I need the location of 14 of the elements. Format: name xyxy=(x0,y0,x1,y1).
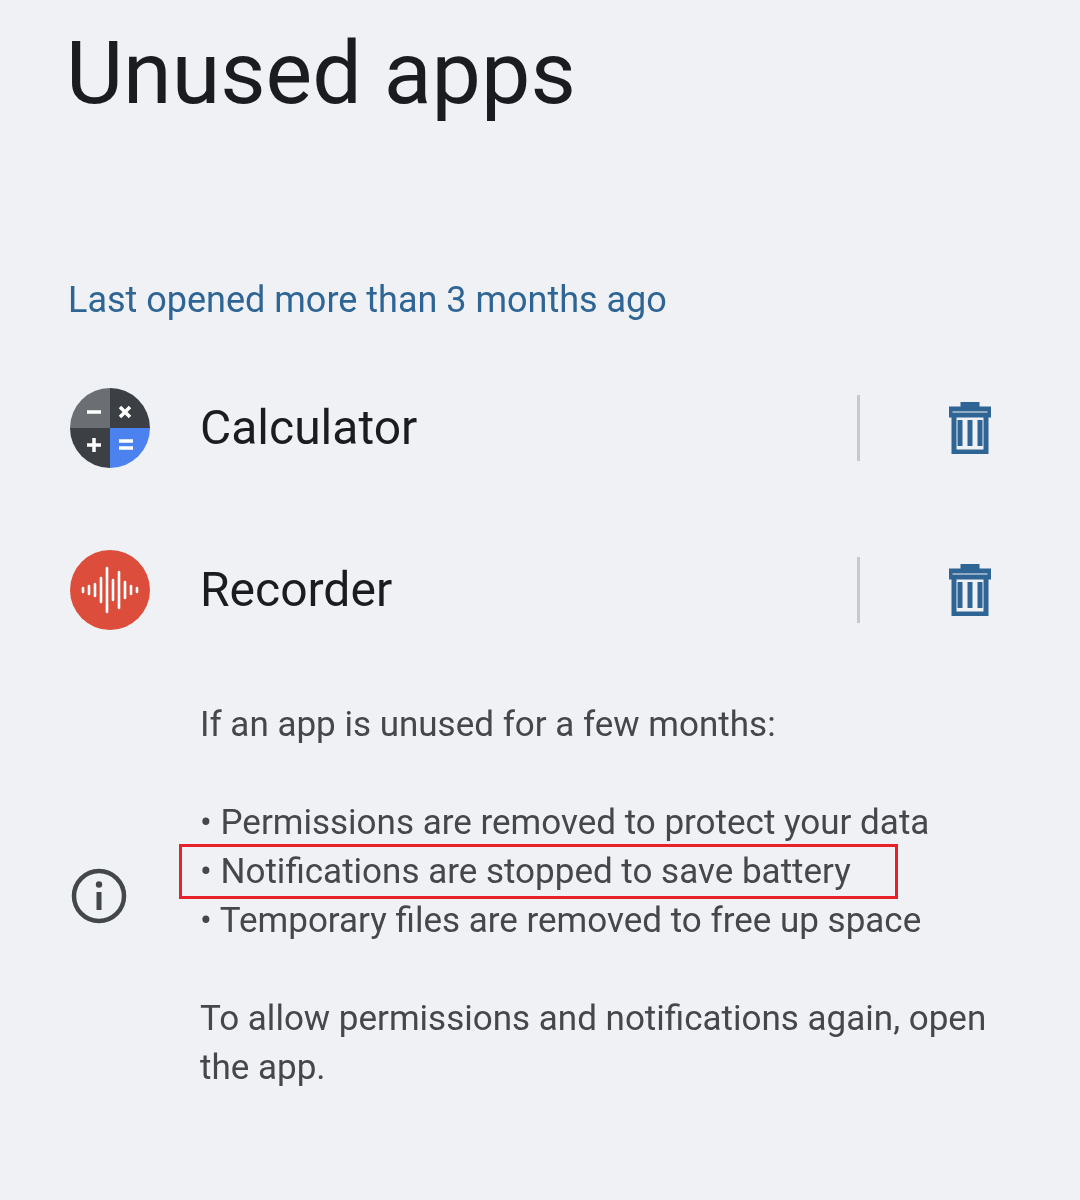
info-icon xyxy=(70,867,128,925)
info-text: If an app is unused for a few months: xyxy=(200,703,776,747)
bullet-item: • Notifications are stopped to save battery xyxy=(182,847,895,896)
calculator-icon xyxy=(70,388,150,468)
trash-icon xyxy=(949,564,991,616)
waveform-icon xyxy=(70,550,150,630)
app-name[interactable]: Calculator xyxy=(200,398,418,458)
section-header: Last opened more than 3 months ago xyxy=(68,278,667,322)
app-name[interactable]: Recorder xyxy=(200,560,393,620)
info-text: To allow permissions and notifications again, open the app. xyxy=(200,997,988,1090)
bullet-item: • Permissions are removed to protect your data xyxy=(200,801,930,845)
page-title: Unused apps xyxy=(66,20,576,126)
trash-icon xyxy=(949,402,991,454)
bullet-item: • Temporary files are removed to free up space xyxy=(200,899,922,943)
